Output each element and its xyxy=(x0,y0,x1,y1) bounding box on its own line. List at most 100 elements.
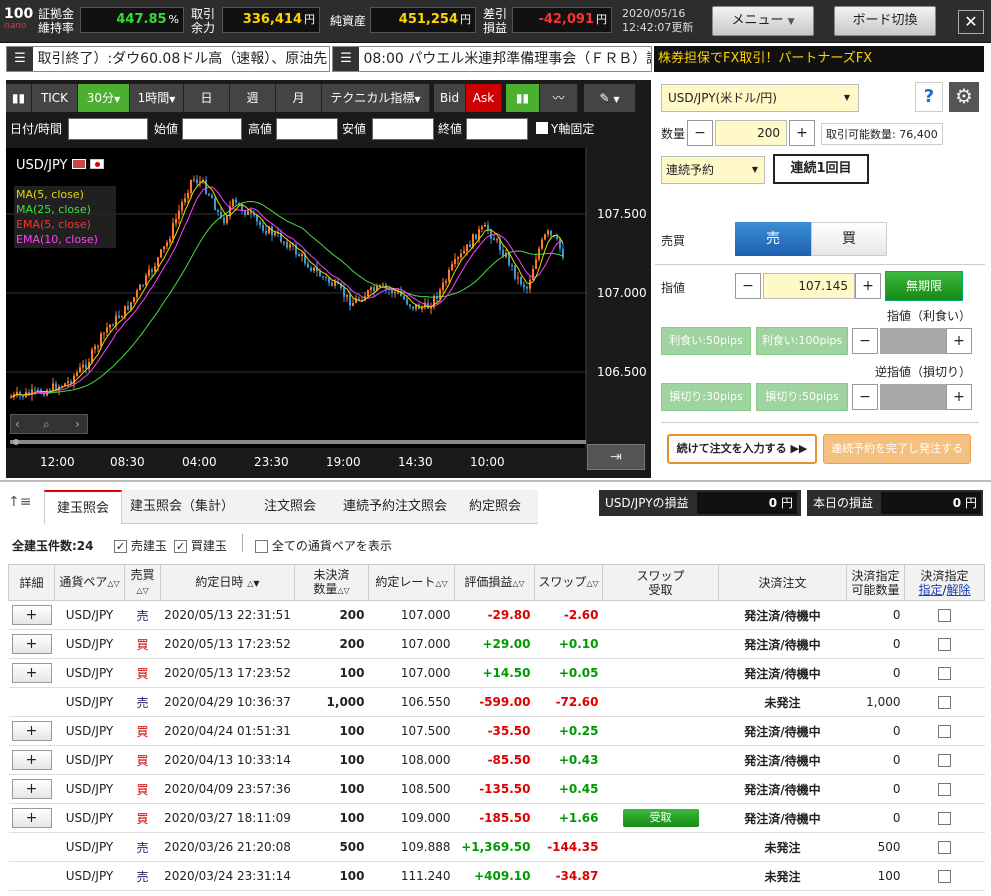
quantity-plus-button[interactable]: + xyxy=(789,120,815,146)
y-axis-fix-label: Y軸固定 xyxy=(551,122,595,136)
divider xyxy=(242,534,243,552)
candle-body xyxy=(463,250,465,254)
settle-select-checkbox[interactable] xyxy=(938,754,951,767)
expand-button[interactable]: + xyxy=(11,779,52,799)
chevron-down-icon: ▼ xyxy=(414,95,421,104)
take-profit-input[interactable] xyxy=(880,328,946,354)
unlimited-button[interactable]: 無期限 xyxy=(885,271,963,301)
take-profit-minus-button[interactable]: − xyxy=(852,328,878,354)
header-pl[interactable]: 評価損益△▽ xyxy=(454,564,535,601)
stop-loss-30-button[interactable]: 損切り:30pips xyxy=(661,383,751,411)
close-icon[interactable]: ✕ xyxy=(958,10,984,34)
chevron-left-icon[interactable]: ‹ xyxy=(15,415,20,433)
quantity-minus-button[interactable]: − xyxy=(687,120,713,146)
settle-select-checkbox[interactable] xyxy=(938,667,951,680)
buy-filter-checkbox[interactable]: ✓ xyxy=(174,540,187,553)
tab-positions-summary[interactable]: 建玉照会（集計） xyxy=(122,490,242,524)
line-chart-icon[interactable]: 〰 xyxy=(540,84,578,112)
board-switch-button[interactable]: ボード切換 xyxy=(834,6,936,36)
timeframe-day-button[interactable]: 日 xyxy=(184,84,230,112)
candle-body xyxy=(76,372,78,376)
expand-button[interactable]: + xyxy=(11,663,52,683)
draw-tool-icon[interactable]: ✎ ▼ xyxy=(584,84,636,112)
list-icon: ☰ xyxy=(333,47,359,71)
chart-scrollbar[interactable] xyxy=(10,440,586,444)
order-mode-select[interactable]: 連続予約 ▼ xyxy=(661,156,765,184)
settle-select-checkbox[interactable] xyxy=(938,841,951,854)
header-side[interactable]: 売買 △▽ xyxy=(124,564,161,601)
buy-button[interactable]: 買 xyxy=(811,222,887,256)
header-pair[interactable]: 通貨ペア△▽ xyxy=(54,564,125,601)
stop-loss-minus-button[interactable]: − xyxy=(852,384,878,410)
continue-order-button[interactable]: 続けて注文を入力する ▶▶ xyxy=(667,434,817,464)
menu-button[interactable]: メニュー ▼ xyxy=(712,6,814,36)
news-ticker-1[interactable]: ☰ 取引終了）:ダウ60.08ドル高（速報）、原油先 xyxy=(6,46,330,72)
all-pairs-filter[interactable]: 全ての通貨ペアを表示 xyxy=(255,537,392,554)
expand-button[interactable]: + xyxy=(11,634,52,654)
jump-to-latest-icon[interactable]: ⇥ xyxy=(587,444,645,470)
candlestick-chart-icon[interactable]: ▮▮ xyxy=(506,84,540,112)
profit-loss-unit: 円 xyxy=(596,13,607,26)
bid-button[interactable]: Bid xyxy=(434,84,466,112)
scrollbar-handle[interactable] xyxy=(13,439,19,445)
price-plus-button[interactable]: + xyxy=(855,273,881,299)
deselect-all-link[interactable]: 解除 xyxy=(947,583,971,597)
sell-filter-checkbox[interactable]: ✓ xyxy=(114,540,127,553)
header-datetime[interactable]: 約定日時 △▼ xyxy=(160,564,295,601)
header-settle-select: 決済指定 指定/解除 xyxy=(904,564,985,601)
expand-button[interactable]: + xyxy=(11,808,52,828)
tab-sequence-orders[interactable]: 連続予約注文照会 xyxy=(338,490,452,524)
ad-banner[interactable]: 株券担保でFX取引！パートナーズFX xyxy=(654,46,984,72)
buy-filter[interactable]: ✓ 買建玉 xyxy=(174,537,227,554)
zoom-icon[interactable]: ⌕ xyxy=(43,415,50,433)
settle-select-checkbox[interactable] xyxy=(938,783,951,796)
quantity-input[interactable]: 200 xyxy=(715,120,787,146)
ask-button[interactable]: Ask xyxy=(466,84,502,112)
expand-button[interactable]: + xyxy=(11,750,52,770)
tab-executions[interactable]: 約定照会 xyxy=(452,490,538,524)
y-axis-fix-checkbox[interactable] xyxy=(536,122,548,134)
currency-pair-select[interactable]: USD/JPY(米ドル/円) ▼ xyxy=(661,84,859,112)
timeframe-month-button[interactable]: 月 xyxy=(276,84,322,112)
tick-button[interactable]: TICK xyxy=(32,84,78,112)
price-input[interactable]: 107.145 xyxy=(763,273,855,299)
complete-order-button[interactable]: 連続予約を完了し発注する xyxy=(823,434,971,464)
expand-button[interactable]: + xyxy=(11,605,52,625)
stop-loss-input[interactable] xyxy=(880,384,946,410)
all-pairs-checkbox[interactable] xyxy=(255,540,268,553)
settle-select-checkbox[interactable] xyxy=(938,638,951,651)
sell-button[interactable]: 売 xyxy=(735,222,811,256)
expand-button[interactable]: + xyxy=(11,721,52,741)
header-open-qty[interactable]: 未決済 数量△▽ xyxy=(294,564,369,601)
take-profit-100-button[interactable]: 利食い:100pips xyxy=(756,327,848,355)
candlestick-icon[interactable]: ▮▮ xyxy=(6,84,32,112)
stop-loss-50-button[interactable]: 損切り:50pips xyxy=(756,383,848,411)
take-profit-50-button[interactable]: 利食い:50pips xyxy=(661,327,751,355)
price-minus-button[interactable]: − xyxy=(735,273,761,299)
settle-select-checkbox[interactable] xyxy=(938,725,951,738)
timeframe-30m-button[interactable]: 30分▼ xyxy=(78,84,130,112)
chevron-right-icon[interactable]: › xyxy=(75,415,80,433)
gear-icon[interactable]: ⚙ xyxy=(949,82,979,112)
technical-indicator-dropdown[interactable]: テクニカル指標▼ xyxy=(322,84,430,112)
help-icon[interactable]: ? xyxy=(915,82,943,112)
swap-receive-button[interactable]: 受取 xyxy=(622,809,699,827)
stop-loss-plus-button[interactable]: + xyxy=(946,384,972,410)
settle-select-checkbox[interactable] xyxy=(938,696,951,709)
settle-select-checkbox[interactable] xyxy=(938,870,951,883)
header-swap[interactable]: スワップ△▽ xyxy=(534,564,603,601)
tab-positions[interactable]: 建玉照会 xyxy=(44,490,122,524)
x-tick-label: 19:00 xyxy=(326,455,361,469)
settle-select-checkbox[interactable] xyxy=(938,609,951,622)
take-profit-plus-button[interactable]: + xyxy=(946,328,972,354)
timeframe-week-button[interactable]: 週 xyxy=(230,84,276,112)
header-rate[interactable]: 約定レート△▽ xyxy=(368,564,455,601)
tab-orders[interactable]: 注文照会 xyxy=(242,490,338,524)
settle-select-checkbox[interactable] xyxy=(938,812,951,825)
sell-filter[interactable]: ✓ 売建玉 xyxy=(114,537,167,554)
candle-body xyxy=(226,216,228,224)
timeframe-1h-button[interactable]: 1時間▼ xyxy=(130,84,184,112)
sort-icon[interactable]: ↑≡ xyxy=(8,494,31,510)
select-all-link[interactable]: 指定 xyxy=(918,583,942,597)
news-ticker-2[interactable]: ☰ 08:00 パウエル米連邦準備理事会（ＦＲＢ）議 xyxy=(332,46,652,72)
